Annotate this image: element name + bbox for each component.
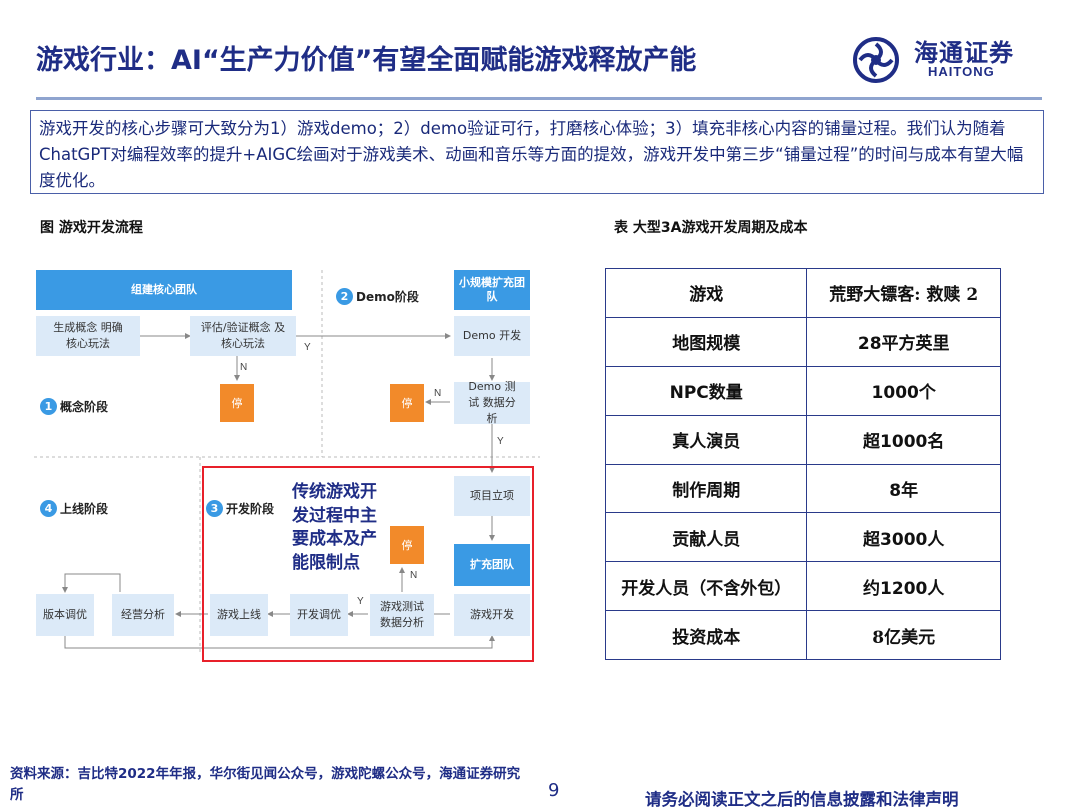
stage-4-number: 4 (40, 500, 57, 517)
table-row: 地图规模 28平方英里 (604, 316, 1001, 367)
table-row: NPC数量 1000个 (604, 365, 1001, 416)
source-note: 资料来源：吉比特2022年年报，华尔街见闻公众号，游戏陀螺公众号，海通证券研究所 (10, 764, 526, 806)
summary-box: 游戏开发的核心步骤可大致分为1）游戏demo；2）demo验证可行，打磨核心体验… (30, 110, 1044, 194)
table-cell-label: 贡献人员 (604, 512, 808, 563)
flow-label-n1: N (240, 362, 248, 373)
table-row: 游戏 荒野大镖客: 救赎 2 (604, 268, 1001, 318)
flow-box-demo-dev: Demo 开发 (454, 316, 530, 356)
highlight-annotation-text: 传统游戏开发过程中主要成本及产能限制点 (292, 482, 377, 573)
table-cell-value: 约1200人 (806, 561, 1001, 612)
table-cell-value: 8年 (806, 463, 1001, 514)
table-cell-label: NPC数量 (604, 365, 808, 416)
flow-box-concept: 生成概念 明确核心玩法 (36, 316, 140, 356)
figure-title: 图 游戏开发流程 (40, 220, 143, 236)
haitong-emblem-icon (853, 37, 899, 83)
table-cell-label: 游戏 (604, 268, 808, 318)
stage-1-concept: 1 概念阶段 (40, 398, 108, 415)
flow-stop-concept: 停 (220, 384, 254, 422)
stage-4-label: 上线阶段 (60, 502, 109, 516)
table-cell-value: 超1000名 (806, 414, 1001, 465)
flow-label-y1: Y (304, 342, 311, 353)
stage-2-demo: 2 Demo阶段 (336, 288, 419, 305)
source-note-text: 资料来源：吉比特2022年年报，华尔街见闻公众号，游戏陀螺公众号，海通证券研究所 (10, 766, 521, 803)
spec-table: 游戏 荒野大镖客: 救赎 2 地图规模 28平方英里 NPC数量 1000个 真人演员… (604, 268, 1001, 660)
highlight-annotation: 传统游戏开发过程中主要成本及产能限制点 (292, 481, 378, 575)
stage-2-number: 2 (336, 288, 353, 305)
flow-box-demo-test: Demo 测试 数据分析 (454, 380, 530, 425)
table-cell-label: 开发人员（不含外包） (604, 561, 808, 612)
flow-box-evaluate: 评估/验证概念 及核心玩法 (190, 316, 296, 356)
flow-stop-demo: 停 (390, 384, 424, 422)
table-cell-label: 地图规模 (604, 316, 808, 367)
flow-label-n2: N (434, 388, 442, 399)
flow-label-y2: Y (497, 436, 504, 447)
stage-1-label: 概念阶段 (60, 400, 109, 414)
header-divider (36, 97, 1042, 100)
table-cell-label: 投资成本 (604, 610, 808, 660)
flow-box-version: 版本调优 (36, 594, 94, 636)
page-title: 游戏行业：AI“生产力价值”有望全面赋能游戏释放产能 (36, 45, 697, 76)
table-cell-value: 超3000人 (806, 512, 1001, 563)
table-row: 开发人员（不含外包） 约1200人 (604, 561, 1001, 612)
table-cell-label: 制作周期 (604, 463, 808, 514)
table-row: 贡献人员 超3000人 (604, 512, 1001, 563)
legal-disclaimer: 请务必阅读正文之后的信息披露和法律声明 (645, 790, 959, 809)
table-cell-value: 荒野大镖客: 救赎 2 (806, 268, 1001, 318)
table-title: 表 大型3A游戏开发周期及成本 (614, 220, 808, 236)
flow-band-core-team: 组建核心团队 (36, 270, 292, 310)
table-cell-value: 1000个 (806, 365, 1001, 416)
table-row: 投资成本 8亿美元 (604, 610, 1001, 660)
table-row: 制作周期 8年 (604, 463, 1001, 514)
page-number: 9 (548, 780, 560, 801)
logo-english-text: HAITONG (928, 64, 995, 79)
stage-2-label: Demo阶段 (356, 290, 419, 304)
flow-band-small-team: 小规模扩充团队 (454, 270, 530, 310)
table-cell-value: 28平方英里 (806, 316, 1001, 367)
stage-4-launch: 4 上线阶段 (40, 500, 108, 517)
logo-chinese-text: 海通证券 (914, 38, 1014, 67)
table-row: 真人演员 超1000名 (604, 414, 1001, 465)
flow-box-biz-analysis: 经营分析 (112, 594, 174, 636)
stage-1-number: 1 (40, 398, 57, 415)
table-cell-value: 8亿美元 (806, 610, 1001, 660)
table-cell-label: 真人演员 (604, 414, 808, 465)
